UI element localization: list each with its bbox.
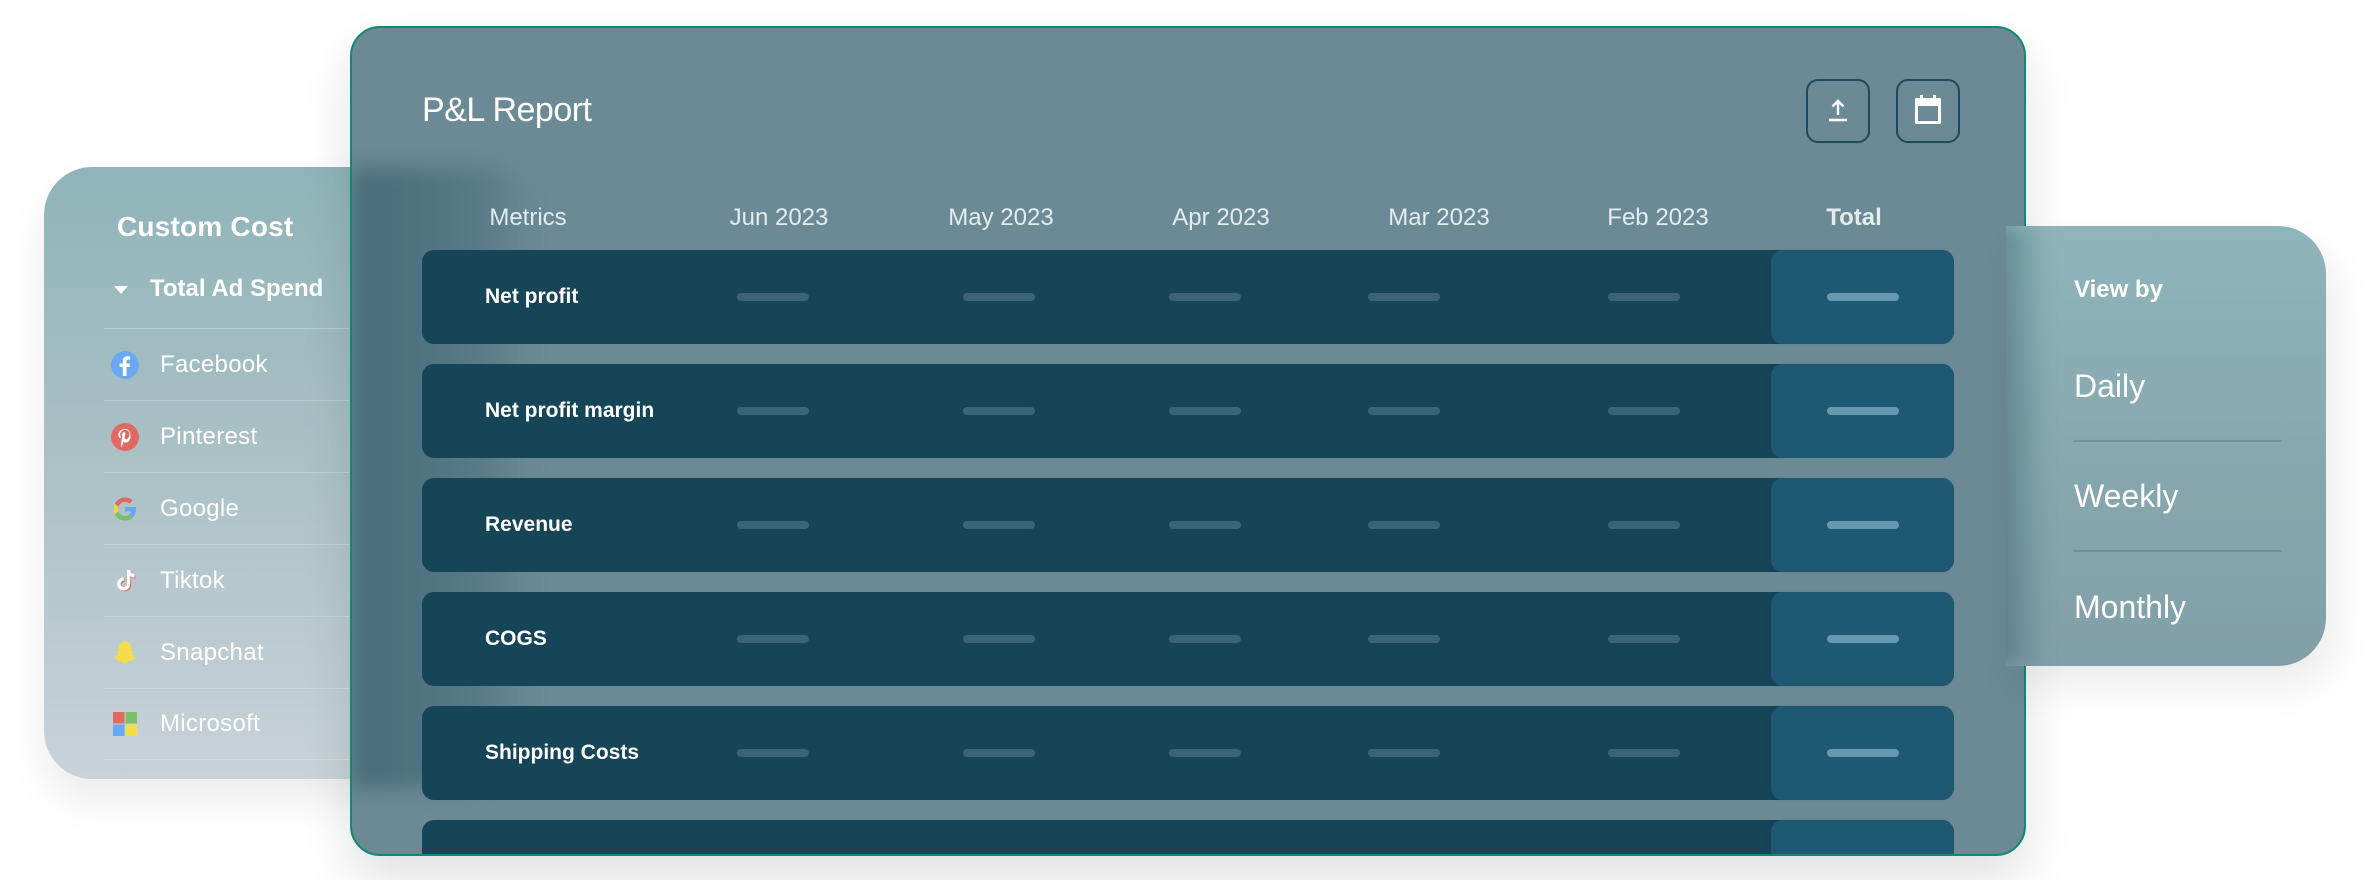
export-button[interactable]: [1806, 79, 1870, 143]
value-placeholder: [963, 635, 1035, 643]
value-placeholder: [737, 521, 809, 529]
ad-channel-label: Tiktok: [160, 566, 225, 594]
value-placeholder: [737, 635, 809, 643]
value-placeholder: [737, 407, 809, 415]
value-placeholder: [1169, 635, 1241, 643]
snapchat-icon: [110, 638, 140, 668]
upload-icon: [1824, 96, 1852, 127]
total-ad-spend-label: Total Ad Spend: [150, 275, 324, 302]
value-placeholder: [1608, 293, 1680, 301]
total-ad-spend-toggle[interactable]: Total Ad Spend: [114, 275, 323, 303]
value-placeholder: [1169, 293, 1241, 301]
column-header-total[interactable]: Total: [1826, 204, 1882, 232]
total-cell: [1771, 592, 1954, 686]
total-cell: [1771, 364, 1954, 458]
pinterest-icon: [110, 422, 140, 452]
custom-cost-title: Custom Cost: [117, 211, 294, 242]
total-cell: [1771, 820, 1954, 854]
panel-shadow-overlay: [2006, 226, 2046, 666]
value-placeholder: [1608, 407, 1680, 415]
pnl-table-body: Net profit Net profit margin Revenue COG…: [422, 250, 1954, 854]
table-row-net-profit[interactable]: Net profit: [422, 250, 1954, 344]
view-by-option-daily[interactable]: Daily: [2074, 332, 2282, 442]
value-placeholder: [963, 407, 1035, 415]
value-placeholder: [1608, 521, 1680, 529]
value-placeholder: [1368, 293, 1440, 301]
total-placeholder: [1826, 407, 1899, 415]
calendar-button[interactable]: [1896, 79, 1960, 143]
table-header: Metrics Jun 2023 May 2023 Apr 2023 Mar 2…: [352, 204, 2024, 244]
value-placeholder: [963, 749, 1035, 757]
metric-label: Revenue: [485, 513, 573, 536]
column-header-mar-2023[interactable]: Mar 2023: [1388, 204, 1489, 232]
total-cell: [1771, 478, 1954, 572]
value-placeholder: [1169, 749, 1241, 757]
value-placeholder: [737, 749, 809, 757]
value-placeholder: [1608, 749, 1680, 757]
view-by-title: View by: [2074, 276, 2163, 303]
facebook-icon: [110, 350, 140, 380]
microsoft-icon: [110, 709, 140, 739]
google-icon: [110, 494, 140, 524]
column-header-jun-2023[interactable]: Jun 2023: [730, 204, 829, 232]
view-by-options: Daily Weekly Monthly: [2074, 332, 2282, 662]
calendar-icon: [1912, 93, 1944, 130]
view-by-option-weekly[interactable]: Weekly: [2074, 442, 2282, 552]
value-placeholder: [963, 293, 1035, 301]
ad-channel-label: Google: [160, 494, 240, 522]
pnl-report-panel: P&L Report Metrics Jun 2023 May 2023 Apr…: [350, 26, 2026, 856]
metric-label: Net profit: [485, 285, 579, 308]
total-placeholder: [1826, 749, 1899, 757]
value-placeholder: [1368, 521, 1440, 529]
total-placeholder: [1826, 293, 1899, 301]
table-row-shipping-costs[interactable]: Shipping Costs: [422, 706, 1954, 800]
value-placeholder: [963, 521, 1035, 529]
ad-channel-label: Microsoft: [160, 710, 261, 737]
caret-down-icon: [114, 286, 128, 294]
value-placeholder: [1368, 749, 1440, 757]
value-placeholder: [1608, 635, 1680, 643]
view-by-panel: View by Daily Weekly Monthly: [2006, 226, 2326, 666]
column-header-metrics: Metrics: [489, 204, 567, 231]
column-header-apr-2023[interactable]: Apr 2023: [1172, 204, 1269, 232]
total-cell: [1771, 250, 1954, 344]
table-row-revenue[interactable]: Revenue: [422, 478, 1954, 572]
value-placeholder: [1368, 407, 1440, 415]
metric-label: Shipping Costs: [485, 741, 639, 764]
total-placeholder: [1826, 521, 1899, 529]
total-placeholder: [1826, 635, 1899, 643]
value-placeholder: [737, 293, 809, 301]
column-header-feb-2023[interactable]: Feb 2023: [1607, 204, 1708, 232]
metric-label: Net profit margin: [485, 399, 655, 422]
view-by-option-monthly[interactable]: Monthly: [2074, 552, 2282, 662]
ad-channel-label: Snapchat: [160, 638, 264, 666]
value-placeholder: [1169, 521, 1241, 529]
table-row-net-profit-margin[interactable]: Net profit margin: [422, 364, 1954, 458]
ad-channel-label: Facebook: [160, 350, 268, 378]
value-placeholder: [1368, 635, 1440, 643]
tiktok-icon: [110, 566, 140, 596]
pnl-report-title: P&L Report: [422, 91, 592, 129]
ad-channel-label: Pinterest: [160, 422, 258, 450]
metric-label: COGS: [485, 627, 547, 650]
table-row-partial[interactable]: [422, 820, 1954, 854]
table-row-cogs[interactable]: COGS: [422, 592, 1954, 686]
column-header-may-2023[interactable]: May 2023: [948, 204, 1053, 232]
value-placeholder: [1169, 407, 1241, 415]
total-cell: [1771, 706, 1954, 800]
